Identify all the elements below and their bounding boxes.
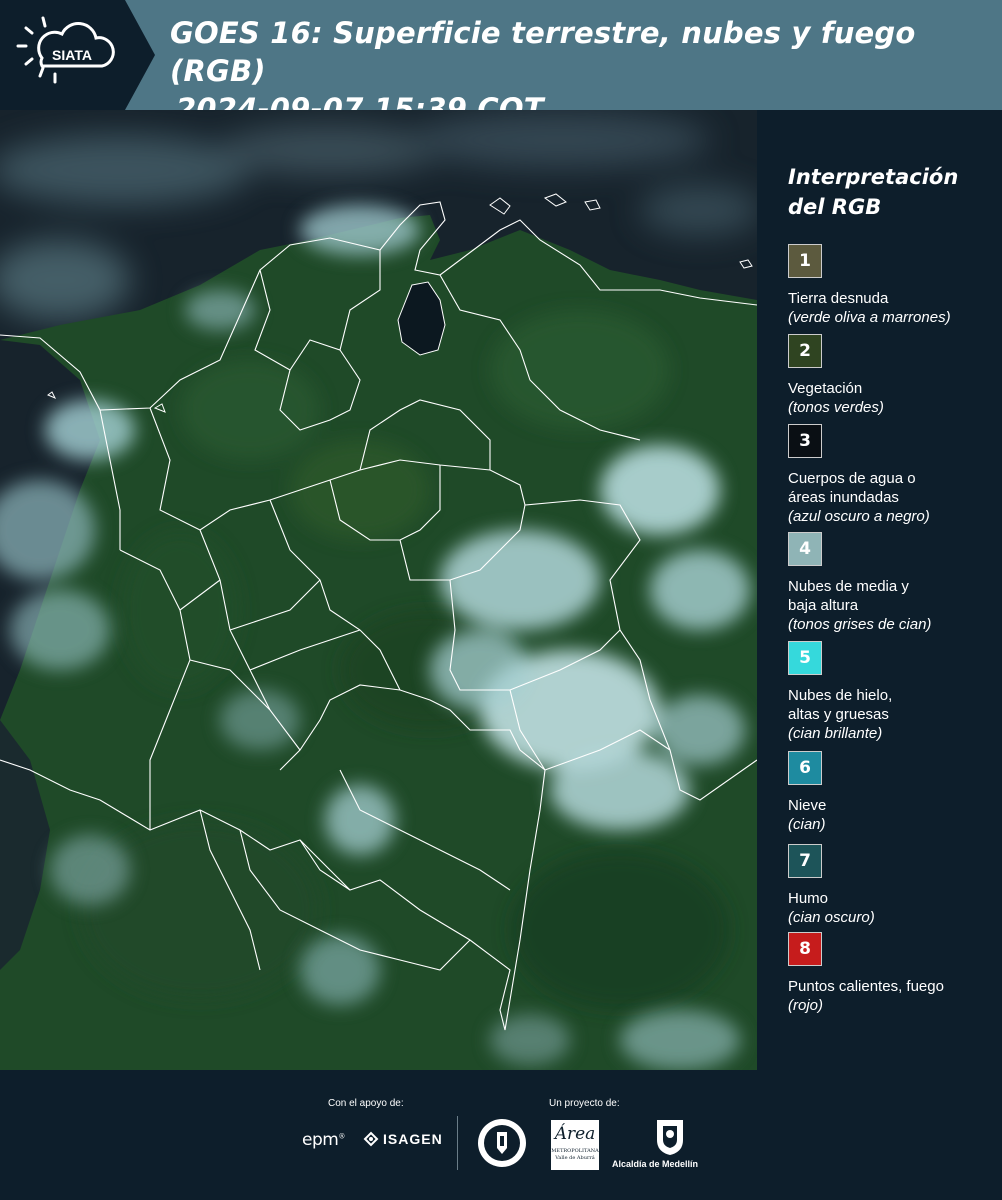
support-label: Con el apoyo de:	[328, 1098, 404, 1109]
legend-item-vegetation: 2 Vegetación (tonos verdes)	[788, 334, 998, 417]
legend-swatch-6: 6	[788, 751, 822, 785]
satellite-map-svg	[0, 110, 757, 1070]
title-line-1: GOES 16: Superficie terrestre, nubes y f…	[170, 16, 916, 88]
legend-swatch-3: 3	[788, 424, 822, 458]
project-label: Un proyecto de:	[549, 1098, 620, 1109]
legend-swatch-2: 2	[788, 334, 822, 368]
legend-swatch-5: 5	[788, 641, 822, 675]
legend-item-snow: 6 Nieve (cian)	[788, 751, 998, 834]
legend-swatch-4: 4	[788, 532, 822, 566]
legend-title: Interpretación del RGB	[788, 165, 959, 219]
legend-swatch-1: 1	[788, 244, 822, 278]
satellite-map	[0, 110, 757, 1070]
legend-item-fire: 8 Puntos calientes, fuego (rojo)	[788, 932, 998, 1015]
area-metropolitana-logo: Área METROPOLITANA Valle de Aburrá	[551, 1120, 599, 1170]
medellin-seal-logo	[477, 1118, 527, 1173]
isagen-logo: ISAGEN	[363, 1131, 443, 1147]
footer: Con el apoyo de: Un proyecto de: epm® IS…	[0, 1070, 1002, 1200]
legend-swatch-8: 8	[788, 932, 822, 966]
legend-item-bare-soil: 1 Tierra desnuda (verde oliva a marrones…	[788, 244, 998, 327]
legend-panel: Interpretación del RGB 1 Tierra desnuda …	[757, 110, 1002, 1070]
siata-logo: SIATA	[0, 0, 160, 110]
shield-icon	[657, 1120, 683, 1155]
legend-item-mid-low-clouds: 4 Nubes de media y baja altura (tonos gri…	[788, 532, 998, 634]
alcaldia-shield-logo	[640, 1118, 700, 1161]
legend-item-ice-clouds: 5 Nubes de hielo, altas y gruesas (cian b…	[788, 641, 998, 743]
legend-item-water: 3 Cuerpos de agua o áreas inundadas (azul…	[788, 424, 998, 526]
alcaldia-label: Alcaldía de Medellín	[612, 1159, 699, 1169]
header-bar: SIATA GOES 16: Superficie terrestre, nub…	[0, 0, 1002, 126]
legend-swatch-7: 7	[788, 844, 822, 878]
siata-logo-text: SIATA	[52, 47, 92, 63]
legend-item-smoke: 7 Humo (cian oscuro)	[788, 844, 998, 927]
isagen-mark-icon	[363, 1131, 379, 1147]
footer-divider	[457, 1116, 458, 1170]
epm-logo: epm®	[302, 1130, 345, 1150]
